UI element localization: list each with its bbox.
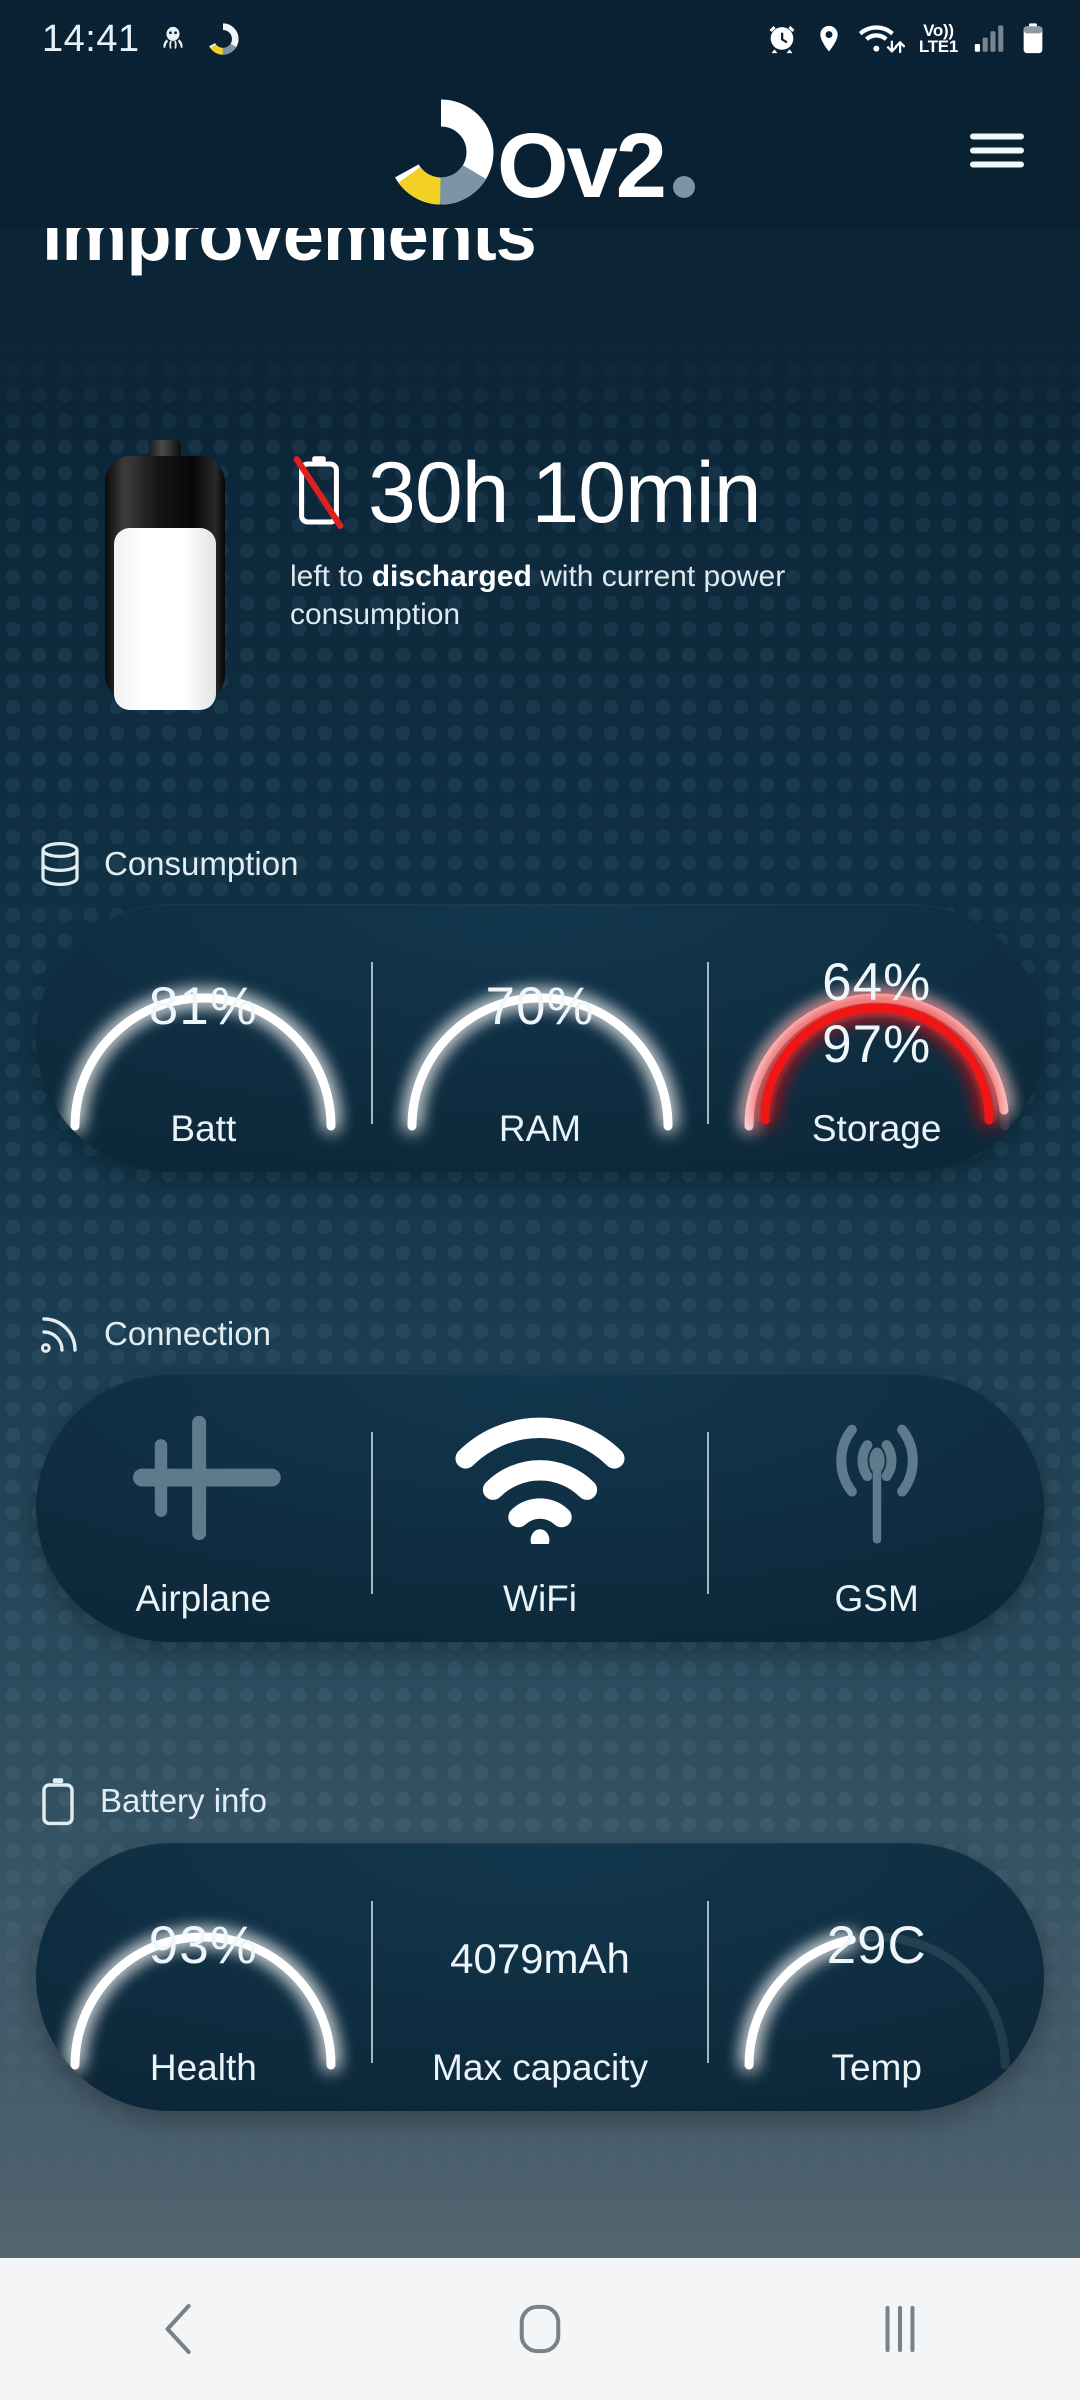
connection-label: Connection <box>104 1315 271 1352</box>
connection-card: Airplane WiFi GSM <box>36 1374 1044 1642</box>
batt-label: Batt <box>170 1108 237 1149</box>
octopus-icon <box>163 26 183 49</box>
ram-value: 70% <box>485 977 595 1036</box>
signal-icon <box>974 25 1004 52</box>
battery-fill-level <box>114 528 216 710</box>
battery-icon <box>1023 23 1043 54</box>
page-title: improvements <box>42 228 536 276</box>
connection-cell-gsm[interactable]: GSM <box>709 1374 1044 1642</box>
volte-line2: LTE1 <box>918 37 958 56</box>
logo-dot-icon <box>672 176 695 198</box>
section-consumption: Consumption 81% Batt 70% RAM 64% 97% Sto… <box>0 840 1080 1172</box>
home-icon[interactable] <box>440 2258 640 2400</box>
ov2-logo-donut-icon <box>388 99 494 205</box>
battery-outline-icon <box>42 1778 74 1826</box>
max-capacity-value: 4079mAh <box>450 1935 630 1982</box>
connection-cell-wifi[interactable]: WiFi <box>373 1374 708 1642</box>
location-icon <box>820 25 838 52</box>
storage-value-total: 97% <box>822 1015 932 1074</box>
gsm-tower-icon <box>792 1408 962 1553</box>
consumption-card: 81% Batt 70% RAM 64% 97% Storage <box>36 904 1044 1172</box>
airplane-icon <box>108 1408 298 1553</box>
health-label: Health <box>149 2047 257 2088</box>
wifi-label: WiFi <box>503 1578 577 1619</box>
rss-signal-icon <box>40 1317 77 1353</box>
app-logo: Ov2 <box>385 98 695 218</box>
temp-label: Temp <box>831 2047 922 2088</box>
max-capacity-label: Max capacity <box>432 2047 648 2088</box>
alarm-icon <box>769 25 795 54</box>
gauge-cell-ram[interactable]: 70% RAM <box>373 904 708 1172</box>
battery-info-label: Battery info <box>100 1782 267 1819</box>
wifi-icon <box>450 1408 630 1552</box>
section-connection: Connection Airplane WiFi GSM <box>0 1310 1080 1642</box>
gsm-label: GSM <box>834 1578 919 1619</box>
consumption-section-label: Consumption <box>38 840 1080 888</box>
batt-value: 81% <box>148 977 258 1036</box>
logo-text: Ov2 <box>497 115 667 218</box>
connection-section-label: Connection <box>38 1310 1080 1358</box>
connection-cell-airplane[interactable]: Airplane <box>36 1374 371 1642</box>
desc-prefix: left to <box>290 560 372 593</box>
gauge-cell-health[interactable]: 93% Health <box>36 1843 371 2111</box>
battery-hero: 30h 10min left to discharged with curren… <box>0 430 1080 710</box>
storage-label: Storage <box>811 1108 942 1149</box>
battery-hero-text: 30h 10min left to discharged with curren… <box>290 450 1020 635</box>
storage-value-used: 64% <box>822 953 932 1012</box>
desc-strong: discharged <box>371 560 532 593</box>
gauge-cell-storage[interactable]: 64% 97% Storage <box>709 904 1044 1172</box>
battery-body <box>105 456 225 710</box>
status-bar-clock: 14:41 <box>42 17 140 60</box>
database-icon <box>41 841 79 887</box>
status-bar: 14:41 Vo)) LTE1 <box>0 0 1080 78</box>
battery-description: left to discharged with current power co… <box>290 558 890 635</box>
ov2-donut-icon <box>207 23 239 55</box>
airplane-label: Airplane <box>135 1578 272 1619</box>
section-battery-info: Battery info 93% Health 4079mAh Max capa… <box>0 1775 1080 2111</box>
gauge-cell-temp[interactable]: 29C Temp <box>709 1843 1044 2111</box>
battery-graphic <box>105 440 225 710</box>
gauge-cell-batt[interactable]: 81% Batt <box>36 904 371 1172</box>
recents-icon[interactable] <box>800 2258 1000 2400</box>
wifi-icon <box>858 25 905 53</box>
app-root: 14:41 Vo)) LTE1 Ov2 improvements 30h 10m… <box>0 0 1080 2400</box>
battery-not-charging-icon <box>293 456 344 529</box>
info-cell-max-capacity[interactable]: 4079mAh Max capacity <box>373 1843 708 2111</box>
android-nav-bar <box>0 2258 1080 2400</box>
status-bar-left: 14:41 <box>42 18 240 61</box>
app-header: Ov2 <box>0 78 1080 228</box>
hamburger-menu-icon[interactable] <box>956 117 1038 190</box>
ram-label: RAM <box>498 1108 582 1149</box>
temp-value: 29C <box>826 1916 927 1975</box>
status-bar-right: Vo)) LTE1 <box>765 22 1046 56</box>
time-remaining: 30h 10min <box>368 445 762 541</box>
battery-info-section-label: Battery info <box>38 1775 1080 1827</box>
battery-info-card: 93% Health 4079mAh Max capacity 29C Temp <box>36 1843 1044 2111</box>
health-value: 93% <box>148 1916 258 1975</box>
consumption-label: Consumption <box>104 845 299 882</box>
volte-indicator: Vo)) LTE1 <box>918 22 958 56</box>
back-icon[interactable] <box>80 2258 280 2400</box>
